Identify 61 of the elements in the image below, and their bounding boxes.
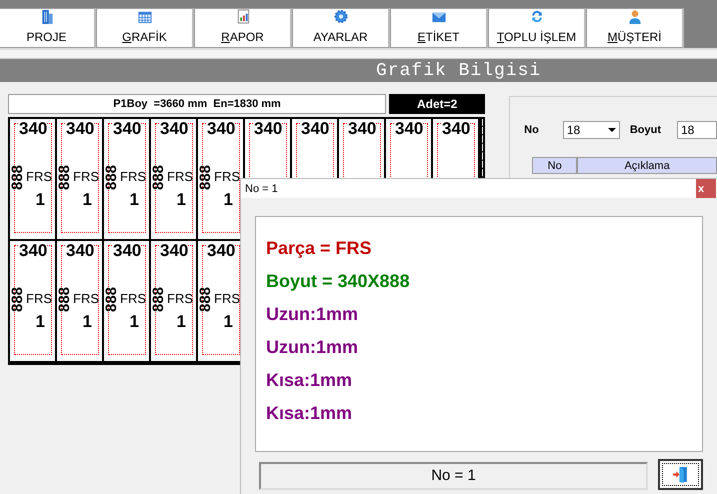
piece-height: 888 [105,164,118,190]
status-field: No = 1 [259,462,648,490]
piece-count: 1 [224,313,233,331]
piece-height: 888 [152,164,165,190]
toolbar-button[interactable]: RAPOR [194,8,292,48]
piece-name: FRS [73,292,99,306]
column-header: No [532,157,578,174]
user-icon [626,9,642,24]
piece-name: FRS [214,292,240,306]
piece-height: 888 [199,286,212,312]
piece-count: 1 [36,313,45,331]
piece-count: 1 [130,191,139,209]
section-title: Grafik Bilgisi [376,60,542,80]
piece-height: 888 [11,164,24,190]
exit-button[interactable] [658,459,703,490]
field-label: Boyut [630,124,661,136]
piece-name: FRS [26,170,52,184]
piece-name: FRS [120,170,146,184]
piece-name: FRS [73,170,99,184]
piece-height: 888 [11,286,24,312]
piece-height: 888 [58,286,71,312]
exit-door-icon [672,466,689,483]
detail-line: Uzun:1mm [266,336,360,359]
quantity-label: Adet=2 [389,94,486,114]
toolbar-button[interactable]: GRAFİK [96,8,194,48]
dialog-title: No = 1 [245,182,278,194]
column-header: Açıklama [577,157,717,174]
piece-height: 888 [58,164,71,190]
piece-count: 1 [224,191,233,209]
piece-count: 1 [36,191,45,209]
piece-count: 1 [130,313,139,331]
piece-count: 1 [82,313,92,331]
dimensions-field: P1Boy =3660 mm En=1830 mm [8,94,386,114]
toolbar-button[interactable]: MÜŞTERİ [586,8,684,48]
piece-name: FRS [120,292,146,306]
detail-line: Parça = FRS [266,237,373,260]
toolbar-button[interactable]: TOPLU İŞLEM [488,8,586,48]
dropdown-arrow-icon [608,128,616,132]
toolbar-button[interactable]: ETİKET [390,8,488,48]
piece-height: 888 [199,164,212,190]
piece-height: 888 [105,286,118,312]
detail-line: Kısa:1mm [266,369,354,392]
detail-line: Boyut = 340X888 [266,270,411,293]
piece-count: 1 [176,313,186,331]
piece-height: 888 [152,286,165,312]
toolbar-button[interactable]: AYARLAR [292,8,390,48]
field-label: No [524,124,539,136]
size-field[interactable]: 18 [677,121,717,139]
piece-count: 1 [176,191,186,209]
piece-name: FRS [214,170,240,184]
detail-line: Uzun:1mm [266,303,360,326]
piece-name: FRS [167,170,193,184]
piece-name: FRS [26,292,52,306]
close-button[interactable]: x [696,179,716,198]
calendar-icon [136,9,152,24]
detail-line: Kısa:1mm [266,402,354,425]
toolbar-button[interactable]: PROJE [0,8,96,48]
gear-icon [332,9,348,24]
number-dropdown[interactable]: 18 [562,121,620,139]
piece-count: 1 [82,191,92,209]
piece-name: FRS [167,292,193,306]
